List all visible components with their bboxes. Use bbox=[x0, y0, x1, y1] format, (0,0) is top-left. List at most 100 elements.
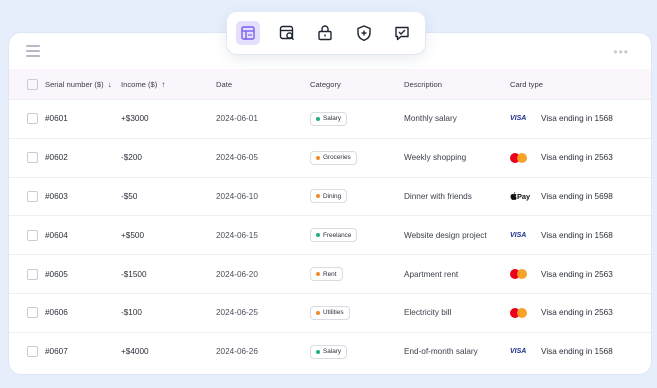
table-header-row: Serial number ($) ↓ Income ($) ↑ Date Cate… bbox=[9, 69, 651, 100]
table-row[interactable]: #0602 -$200 2024-06-05 Groceries Weekly shop… bbox=[9, 138, 651, 178]
column-description[interactable]: Description bbox=[404, 69, 510, 100]
category-badge: Groceries bbox=[310, 150, 357, 165]
category-badge: Salary bbox=[310, 111, 348, 126]
table-row[interactable]: #0606 -$100 2024-06-25 Utilities Electricity… bbox=[9, 293, 651, 333]
description-cell: Website design project bbox=[404, 215, 510, 256]
visa-logo: VISA bbox=[510, 231, 527, 239]
sort-down-icon[interactable]: ↓ bbox=[108, 80, 112, 89]
category-dot bbox=[316, 116, 320, 121]
card-type-cell: VISA Visa ending in 1568 bbox=[510, 99, 651, 139]
date-cell: 2024-06-15 bbox=[216, 215, 310, 256]
card-type-cell: Pay Visa ending in 5698 bbox=[510, 177, 651, 217]
column-serial-label: Serial number ($) bbox=[45, 79, 104, 89]
category-cell: Groceries bbox=[310, 138, 404, 178]
lock-icon[interactable] bbox=[313, 21, 337, 45]
description-cell: End-of-month salary bbox=[404, 347, 478, 357]
income-cell: -$200 bbox=[121, 138, 216, 178]
table-search-icon[interactable] bbox=[275, 21, 299, 45]
category-dot bbox=[316, 233, 320, 238]
mastercard-logo bbox=[510, 152, 527, 163]
category-dot bbox=[316, 310, 320, 315]
transactions-card: ••• Serial number ($) ↓ Income ($) ↑ Date … bbox=[9, 33, 651, 374]
visa-logo: VISA bbox=[510, 115, 527, 123]
income-cell: -$1500 bbox=[121, 254, 216, 294]
description-cell: Monthly salary bbox=[404, 99, 510, 139]
mastercard-logo bbox=[510, 307, 527, 318]
more-options-icon[interactable]: ••• bbox=[613, 45, 629, 59]
card-type-cell: Visa ending in 2563 bbox=[510, 293, 651, 333]
category-cell: Freelance bbox=[310, 215, 404, 256]
serial-cell: #0606 bbox=[45, 293, 121, 333]
shield-plus-icon[interactable] bbox=[352, 21, 376, 45]
row-select-cell bbox=[9, 99, 45, 139]
description-cell: Dinner with friends bbox=[404, 177, 510, 217]
select-all-checkbox[interactable] bbox=[27, 78, 38, 90]
card-label: Visa ending in 2563 bbox=[541, 308, 613, 318]
row-select-cell bbox=[9, 215, 45, 256]
date-cell: 2024-06-01 bbox=[216, 99, 310, 139]
column-category[interactable]: Category bbox=[310, 69, 404, 100]
serial-cell: #0603 bbox=[45, 177, 121, 217]
table-row[interactable]: #0607 +$4000 2024-06-26 Salary End-of-month … bbox=[9, 332, 651, 370]
serial-cell: #0604 bbox=[45, 215, 121, 256]
category-badge: Rent bbox=[310, 267, 343, 282]
category-badge: Freelance bbox=[310, 228, 358, 243]
serial-cell: #0607 bbox=[45, 347, 68, 357]
income-cell: +$4000 bbox=[121, 347, 149, 357]
row-checkbox[interactable] bbox=[27, 346, 38, 358]
category-dot bbox=[316, 155, 320, 160]
column-income-label: Income ($) bbox=[121, 79, 158, 89]
column-income[interactable]: Income ($) ↑ bbox=[121, 69, 216, 100]
row-checkbox[interactable] bbox=[27, 268, 38, 280]
category-cell: Dining bbox=[310, 177, 404, 217]
column-serial[interactable]: Serial number ($) ↓ bbox=[45, 69, 121, 100]
card-label: Visa ending in 5698 bbox=[541, 191, 613, 201]
message-check-icon[interactable] bbox=[390, 21, 414, 45]
date-cell: 2024-06-10 bbox=[216, 177, 310, 217]
row-checkbox[interactable] bbox=[27, 229, 38, 241]
income-cell: +$3000 bbox=[121, 99, 216, 139]
description-cell: Electricity bill bbox=[404, 293, 510, 333]
income-cell: +$500 bbox=[121, 215, 216, 256]
table-row[interactable]: #0605 -$1500 2024-06-20 Rent Apartment rent V… bbox=[9, 254, 651, 294]
menu-icon[interactable] bbox=[26, 45, 40, 57]
income-cell: -$50 bbox=[121, 177, 216, 217]
row-checkbox[interactable] bbox=[27, 152, 38, 164]
table-row[interactable]: #0604 +$500 2024-06-15 Freelance Website des… bbox=[9, 215, 651, 256]
serial-cell: #0602 bbox=[45, 138, 121, 178]
sort-up-icon[interactable]: ↑ bbox=[161, 80, 165, 89]
income-cell: -$100 bbox=[121, 293, 216, 333]
apple-pay-logo: Pay bbox=[510, 192, 530, 201]
row-checkbox[interactable] bbox=[27, 307, 38, 319]
card-label: Visa ending in 1568 bbox=[541, 230, 613, 240]
serial-cell: #0605 bbox=[45, 254, 121, 294]
mastercard-logo bbox=[510, 269, 527, 280]
category-badge: Dining bbox=[310, 189, 348, 204]
table-row[interactable]: #0603 -$50 2024-06-10 Dining Dinner with fri… bbox=[9, 177, 651, 217]
column-card-type[interactable]: Card type bbox=[510, 69, 651, 100]
category-badge: Utilities bbox=[310, 305, 350, 320]
serial-cell: #0601 bbox=[45, 99, 121, 139]
table-layout-icon[interactable] bbox=[236, 21, 260, 45]
category-dot bbox=[316, 194, 320, 199]
row-checkbox[interactable] bbox=[27, 190, 38, 202]
card-type-cell: Visa ending in 2563 bbox=[510, 254, 651, 294]
column-date[interactable]: Date bbox=[216, 69, 310, 100]
category-cell: Rent bbox=[310, 254, 404, 294]
row-select-cell bbox=[9, 332, 45, 370]
category-dot bbox=[316, 349, 320, 354]
row-checkbox[interactable] bbox=[27, 113, 38, 125]
date-cell: 2024-06-20 bbox=[216, 254, 310, 294]
card-type-cell: Visa ending in 2563 bbox=[510, 138, 651, 178]
category-badge: Salary bbox=[310, 344, 348, 359]
card-type-cell: VISA Visa ending in 1568 bbox=[510, 332, 651, 370]
card-type-cell: VISA Visa ending in 1568 bbox=[510, 215, 651, 256]
date-cell: 2024-06-25 bbox=[216, 293, 310, 333]
select-all-cell bbox=[9, 69, 45, 100]
category-cell: Utilities bbox=[310, 293, 404, 333]
card-label: Visa ending in 2563 bbox=[541, 269, 613, 279]
description-cell: Apartment rent bbox=[404, 254, 510, 294]
table-row[interactable]: #0601 +$3000 2024-06-01 Salary Monthly salar… bbox=[9, 99, 651, 139]
floating-toolbar bbox=[227, 12, 425, 54]
card-label: Visa ending in 1568 bbox=[541, 114, 613, 124]
